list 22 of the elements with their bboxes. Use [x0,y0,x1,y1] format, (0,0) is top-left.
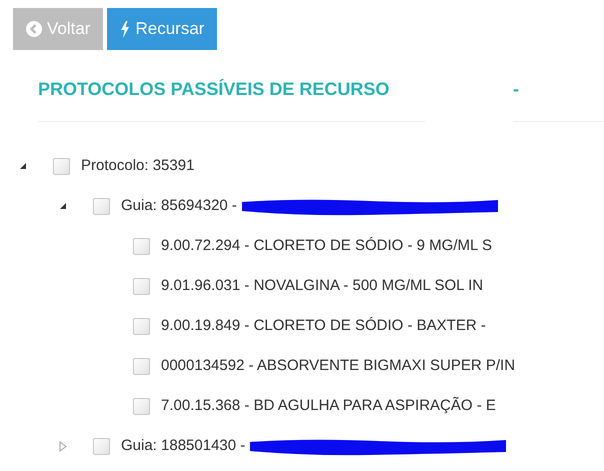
tree-item-label[interactable]: 9.00.72.294 - CLORETO DE SÓDIO - 9 MG/ML S [161,234,492,258]
section-title: PROTOCOLOS PASSÍVEIS DE RECURSO [38,79,390,99]
tree-item-label[interactable]: Guia: 188501430 - [121,434,246,458]
collapse-arrow-icon[interactable] [19,162,27,170]
checkbox[interactable] [93,198,110,214]
checkbox[interactable] [133,278,150,294]
checkbox[interactable] [133,358,150,374]
tree-item-label[interactable]: 0000134592 - ABSORVENTE BIGMAXI SUPER P/IN [161,354,516,378]
lightning-icon [120,20,130,38]
tree-item-label[interactable]: Guia: 85694320 - [121,194,237,218]
section-aside: - [513,79,519,99]
checkbox[interactable] [133,398,150,414]
tree-item-label[interactable]: 9.01.96.031 - NOVALGINA - 500 MG/ML SOL IN [161,274,484,298]
checkbox[interactable] [53,158,70,174]
tree-item-label[interactable]: 7.00.15.368 - BD AGULHA PARA ASPIRAÇÃO - E [161,394,496,418]
checkbox[interactable] [133,238,150,254]
tree-item-label[interactable]: 9.00.19.849 - CLORETO DE SÓDIO - BAXTER - [161,314,486,338]
collapse-arrow-icon[interactable] [59,202,67,210]
tree-item-label[interactable]: Protocolo: 35391 [81,154,194,178]
checkbox[interactable] [133,318,150,334]
checkbox[interactable] [93,438,110,454]
expand-arrow-icon[interactable] [59,440,67,452]
